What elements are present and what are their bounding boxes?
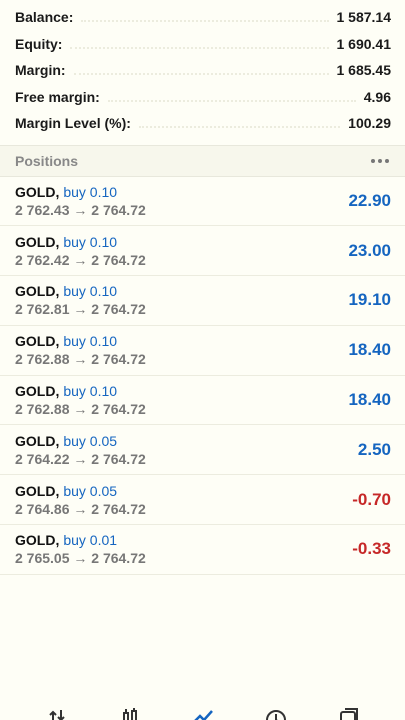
position-symbol: GOLD,: [15, 333, 60, 350]
bottom-navigation: [0, 706, 405, 720]
balance-value: 1 587.14: [336, 9, 392, 26]
position-profit: 18.40: [348, 340, 391, 360]
divider: [0, 137, 405, 146]
margin-label: Margin:: [15, 62, 66, 79]
position-row[interactable]: GOLD, buy 0.10 2 762.43 → 2 764.72 22.90: [0, 177, 405, 227]
position-profit: -0.70: [352, 489, 391, 509]
dotted-leader: [107, 99, 356, 102]
position-info: GOLD, buy 0.05 2 764.86 → 2 764.72: [15, 482, 146, 518]
more-horizontal-icon[interactable]: [371, 158, 389, 163]
free-margin-row: Free margin: 4.96: [0, 84, 405, 111]
position-prices: 2 762.88 → 2 764.72: [15, 351, 146, 368]
margin-level-label: Margin Level (%):: [15, 115, 131, 132]
position-row[interactable]: GOLD, buy 0.10 2 762.42 → 2 764.72 23.00: [0, 226, 405, 277]
margin-value: 1 685.45: [336, 62, 392, 79]
position-row[interactable]: GOLD, buy 0.05 2 764.86 → 2 764.72 -0.70: [0, 475, 405, 526]
history-icon[interactable]: [265, 708, 287, 720]
quotes-icon[interactable]: [46, 708, 68, 720]
balance-row: Balance: 1 587.14: [0, 4, 405, 31]
position-side: buy 0.05: [63, 482, 118, 499]
position-title: GOLD, buy 0.05: [15, 482, 146, 500]
position-row[interactable]: GOLD, buy 0.10 2 762.88 → 2 764.72 18.40: [0, 326, 405, 376]
free-margin-value: 4.96: [363, 88, 391, 105]
position-info: GOLD, buy 0.05 2 764.22 → 2 764.72: [15, 432, 146, 468]
position-info: GOLD, buy 0.10 2 762.88 → 2 764.72: [15, 332, 146, 368]
position-symbol: GOLD,: [15, 283, 60, 300]
position-side: buy 0.10: [63, 383, 118, 400]
position-profit: 22.90: [348, 190, 391, 210]
balance-label: Balance:: [15, 9, 74, 26]
position-prices: 2 765.05 → 2 764.72: [15, 550, 146, 567]
chart-icon[interactable]: [119, 708, 141, 720]
equity-value: 1 690.41: [336, 35, 392, 52]
position-row[interactable]: GOLD, buy 0.10 2 762.81 → 2 764.72 19.10: [0, 276, 405, 326]
margin-level-value: 100.29: [348, 115, 391, 132]
dotted-leader: [70, 46, 329, 49]
position-prices: 2 762.81 → 2 764.72: [15, 301, 146, 318]
dotted-leader: [81, 20, 329, 23]
position-symbol: GOLD,: [15, 532, 60, 549]
position-title: GOLD, buy 0.10: [15, 233, 146, 251]
position-title: GOLD, buy 0.10: [15, 382, 146, 400]
position-prices: 2 762.43 → 2 764.72: [15, 201, 146, 218]
positions-title: Positions: [15, 152, 79, 169]
position-side: buy 0.10: [63, 283, 118, 300]
position-title: GOLD, buy 0.10: [15, 282, 146, 300]
more-dot: [371, 158, 375, 163]
dotted-leader: [73, 73, 329, 76]
positions-header: Positions: [0, 145, 405, 177]
trade-icon[interactable]: [192, 708, 214, 720]
position-info: GOLD, buy 0.10 2 762.43 → 2 764.72: [15, 183, 146, 219]
position-profit: 23.00: [348, 240, 391, 260]
position-title: GOLD, buy 0.05: [15, 432, 146, 450]
position-prices: 2 764.22 → 2 764.72: [15, 450, 146, 467]
position-profit: 2.50: [357, 439, 391, 459]
position-row[interactable]: GOLD, buy 0.10 2 762.88 → 2 764.72 18.40: [0, 376, 405, 426]
position-title: GOLD, buy 0.01: [15, 531, 146, 549]
equity-label: Equity:: [15, 35, 63, 52]
position-prices: 2 762.42 → 2 764.72: [15, 251, 146, 268]
position-side: buy 0.10: [63, 183, 118, 200]
position-info: GOLD, buy 0.10 2 762.88 → 2 764.72: [15, 382, 146, 418]
position-info: GOLD, buy 0.01 2 765.05 → 2 764.72: [15, 531, 146, 567]
position-info: GOLD, buy 0.10 2 762.42 → 2 764.72: [15, 233, 146, 269]
account-summary: Balance: 1 587.14 Equity: 1 690.41 Margi…: [0, 0, 405, 137]
messages-icon[interactable]: [338, 708, 360, 720]
margin-row: Margin: 1 685.45: [0, 57, 405, 84]
more-dot: [385, 158, 389, 163]
position-info: GOLD, buy 0.10 2 762.81 → 2 764.72: [15, 282, 146, 318]
position-prices: 2 764.86 → 2 764.72: [15, 500, 146, 517]
position-title: GOLD, buy 0.10: [15, 183, 146, 201]
position-profit: -0.33: [352, 539, 391, 559]
position-side: buy 0.05: [63, 432, 118, 449]
position-side: buy 0.10: [63, 333, 118, 350]
position-symbol: GOLD,: [15, 183, 60, 200]
position-row[interactable]: GOLD, buy 0.01 2 765.05 → 2 764.72 -0.33: [0, 525, 405, 575]
positions-list: GOLD, buy 0.10 2 762.43 → 2 764.72 22.90 …: [0, 177, 405, 575]
more-dot: [378, 158, 382, 163]
position-profit: 19.10: [348, 290, 391, 310]
dotted-leader: [138, 126, 341, 129]
position-symbol: GOLD,: [15, 432, 60, 449]
position-symbol: GOLD,: [15, 383, 60, 400]
margin-level-row: Margin Level (%): 100.29: [0, 110, 405, 137]
position-title: GOLD, buy 0.10: [15, 332, 146, 350]
position-profit: 18.40: [348, 390, 391, 410]
position-prices: 2 762.88 → 2 764.72: [15, 401, 146, 418]
position-side: buy 0.10: [63, 233, 118, 250]
equity-row: Equity: 1 690.41: [0, 31, 405, 58]
position-symbol: GOLD,: [15, 482, 60, 499]
position-row[interactable]: GOLD, buy 0.05 2 764.22 → 2 764.72 2.50: [0, 425, 405, 476]
free-margin-label: Free margin:: [15, 88, 100, 105]
position-symbol: GOLD,: [15, 233, 60, 250]
position-side: buy 0.01: [63, 532, 118, 549]
